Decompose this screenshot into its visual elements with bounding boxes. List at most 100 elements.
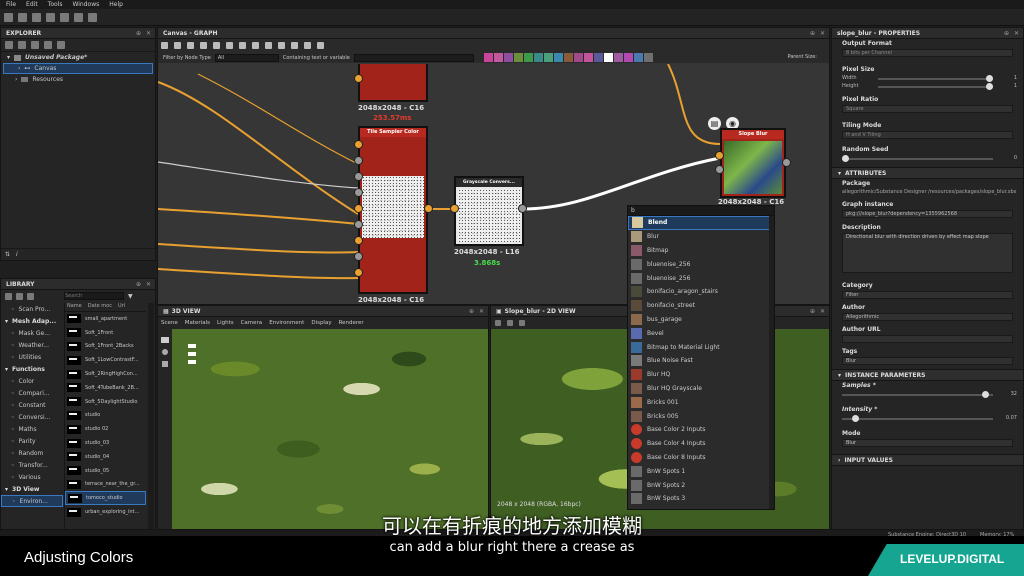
library-category[interactable]: ◦ Scan Pro... [1,303,63,315]
pin-icon[interactable]: ⊕ [136,281,141,288]
distribute-icon[interactable] [239,42,246,49]
atomic-node-icon[interactable] [613,53,623,62]
input-pin[interactable] [354,140,363,149]
atomic-node-icon[interactable] [553,53,563,62]
input-pin[interactable] [354,236,363,245]
graph-icon[interactable] [57,41,65,49]
tile-icon[interactable] [507,319,513,326]
tiling-mode-dropdown[interactable]: H and V Tiling [842,131,1013,139]
menu-edit[interactable]: Edit [26,1,38,8]
tags-field[interactable]: Blur [842,357,1013,365]
view3d-menu-materials[interactable]: Materials [185,320,210,326]
menu-tools[interactable]: Tools [48,1,63,8]
light-icon[interactable] [161,349,168,355]
library-category[interactable]: ◦ Environ... [1,495,63,507]
attributes-section[interactable]: ▾ ATTRIBUTES [832,167,1023,179]
node-search-result[interactable]: BnW Spots 1 [628,464,774,478]
node-search-result[interactable]: BnW Spots 3 [628,492,774,506]
library-search-input[interactable] [64,292,124,300]
library-category[interactable]: ◦ Color [1,375,63,387]
atomic-node-icon[interactable] [543,53,553,62]
close-icon[interactable]: ✕ [146,281,151,288]
explorer-item-resources[interactable]: › Resources [1,74,155,85]
library-item[interactable]: Soft_1Front_2Backs [65,340,146,354]
output-pin[interactable] [518,204,527,213]
view3d-menu-display[interactable]: Display [311,320,331,326]
view3d-menu-environment[interactable]: Environment [269,320,304,326]
close-icon[interactable]: ✕ [479,308,484,315]
library-item[interactable]: terrace_near_the_gr... [65,478,146,492]
input-pin[interactable] [354,268,363,277]
explorer-item-canvas[interactable]: › ⊷ Canvas [3,63,153,74]
close-icon[interactable]: ✕ [146,30,151,37]
library-category[interactable]: ▾ Functions [1,363,63,375]
output-pin[interactable] [782,158,791,167]
library-category[interactable]: ◦ Mask Ge... [1,327,63,339]
text-filter-input[interactable] [353,53,474,62]
input-values-section[interactable]: › INPUT VALUES [832,454,1023,466]
input-pin[interactable] [354,204,363,213]
node-search-result[interactable]: Blur HQ Grayscale [628,382,774,396]
fit-icon[interactable] [317,42,324,49]
new-icon[interactable] [18,41,26,49]
input-pin[interactable] [354,188,363,197]
node-search-result[interactable]: Bricks 005 [628,409,774,423]
height-slider[interactable]: Height 1 [842,83,1017,91]
align-icon[interactable] [226,42,233,49]
library-item[interactable]: tomoco_studio [65,491,146,506]
select-icon[interactable] [161,42,168,49]
undo-icon[interactable] [74,12,83,22]
node-search-input[interactable]: b [628,206,774,216]
input-pin[interactable] [354,220,363,229]
mode-dropdown[interactable]: Blur [842,439,1013,447]
column-url[interactable]: Url [118,303,125,311]
zoom-icon[interactable] [291,42,298,49]
menu-file[interactable]: File [6,1,16,8]
pin-icon[interactable]: ⊕ [469,308,474,315]
library-category[interactable]: ◦ Compari... [1,387,63,399]
random-seed-slider[interactable]: 0 [832,155,1017,163]
atomic-node-icon[interactable] [523,53,533,62]
atomic-node-icon[interactable] [483,53,493,62]
view3d-menu-scene[interactable]: Scene [161,320,178,326]
atomic-node-icon[interactable] [533,53,543,62]
link-icon[interactable] [44,41,52,49]
new-package-icon[interactable] [4,12,13,22]
atomic-node-icon[interactable] [493,53,503,62]
open-folder-icon[interactable] [46,12,55,22]
view3d-menu-camera[interactable]: Camera [241,320,263,326]
library-item[interactable]: studio 02 [65,422,146,436]
node-grayscale[interactable]: Grayscale Convers... [454,176,524,246]
library-item[interactable]: Soft_1LowContrastF... [65,353,146,367]
pin-icon[interactable]: ⊕ [810,30,815,37]
fit-icon[interactable] [495,319,501,326]
view3d-menu-lights[interactable]: Lights [217,320,234,326]
library-category[interactable]: ▾ Mesh Adap... [1,315,63,327]
close-icon[interactable]: ✕ [1014,30,1019,37]
library-item[interactable]: small_apartment [65,312,146,326]
package-row[interactable]: ▾ Unsaved Package* [1,52,155,63]
atomic-node-icon[interactable] [593,53,603,62]
node-icon[interactable] [265,42,272,49]
pin-icon[interactable]: ⊕ [1004,30,1009,37]
input-pin[interactable] [354,172,363,181]
node-tile-sampler[interactable]: Tile Sampler Color [358,126,428,294]
node-search-result[interactable]: Blur HQ [628,368,774,382]
library-category[interactable]: ▾ 3D View [1,483,63,495]
filter-icon[interactable]: ▼ [128,293,133,300]
atomic-node-icon[interactable] [623,53,633,62]
node-search-result[interactable]: Blend [628,216,774,230]
save-icon[interactable] [5,41,13,49]
info-icon[interactable]: i [16,251,18,258]
atomic-node-icon[interactable] [513,53,523,62]
library-item[interactable]: studio_05 [65,464,146,478]
frame-icon[interactable] [187,42,194,49]
node-search-result[interactable]: bus_garage [628,313,774,327]
node-search-result[interactable]: Blue Noise Fast [628,354,774,368]
library-scrollbar[interactable] [148,303,154,529]
popup-scrollbar[interactable] [769,216,774,509]
samples-slider[interactable]: 32 [832,391,1017,399]
library-category[interactable]: ◦ Maths [1,423,63,435]
input-pin[interactable] [354,252,363,261]
node-search-result[interactable]: Base Color 2 Inputs [628,423,774,437]
